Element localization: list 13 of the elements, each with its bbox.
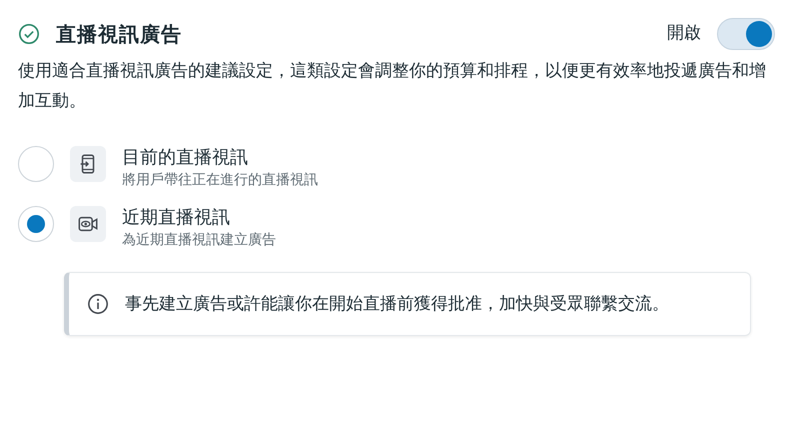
radio-button[interactable] [18, 206, 54, 242]
option-title: 目前的直播視訊 [122, 146, 249, 170]
toggle-switch[interactable] [717, 18, 775, 50]
toggle-label: 開啟 [667, 22, 701, 46]
option-subtitle: 將用戶帶往正在進行的直播視訊 [122, 171, 318, 190]
notice-text: 事先建立廣告或許能讓你在開始直播前獲得批准，加快與受眾聯繫交流。 [125, 293, 669, 316]
option-title: 近期直播視訊 [122, 206, 231, 230]
option-subtitle: 為近期直播視訊建立廣告 [122, 231, 276, 250]
section-title: 直播視訊廣告 [56, 21, 182, 48]
description: 使用適合直播視訊廣告的建議設定，這類設定會調整你的預算和排程，以便更有效率地投遞廣告和增加互動。 [18, 60, 767, 113]
info-icon [87, 293, 109, 315]
radio-button[interactable] [18, 146, 54, 182]
check-circle-icon [18, 23, 40, 45]
